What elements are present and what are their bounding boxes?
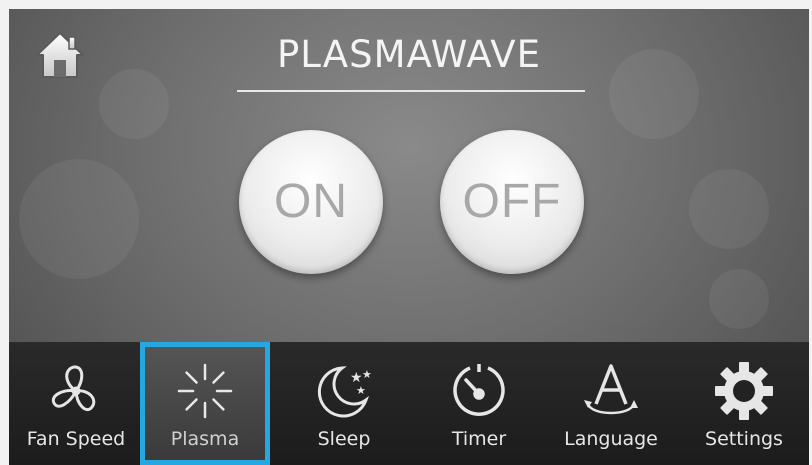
nav-item-sleep[interactable]: ★ ★ ★ Sleep xyxy=(279,342,409,465)
background-bokeh xyxy=(689,169,769,249)
page-title: PLASMAWAVE xyxy=(277,33,541,76)
background-bokeh xyxy=(99,69,169,139)
nav-item-plasma[interactable]: Plasma xyxy=(140,342,270,465)
on-button[interactable]: ON xyxy=(239,130,383,274)
plasma-icon xyxy=(177,363,233,419)
background-bokeh xyxy=(709,269,769,329)
gear-icon xyxy=(715,362,773,420)
nav-label-timer: Timer xyxy=(451,428,507,450)
svg-text:★: ★ xyxy=(356,384,366,397)
title-underline xyxy=(237,90,585,92)
nav-item-fan-speed[interactable]: Fan Speed xyxy=(11,342,141,465)
nav-item-settings[interactable]: Settings xyxy=(679,342,809,465)
fan-icon xyxy=(51,365,96,412)
bottom-nav-bar: Fan Speed Plasma ★ ★ ★ Sleep Timer Langu… xyxy=(9,342,809,465)
moon-stars-icon: ★ ★ ★ xyxy=(317,366,372,418)
nav-label-language: Language xyxy=(564,428,658,450)
nav-label-plasma: Plasma xyxy=(170,428,240,450)
nav-label-fan-speed: Fan Speed xyxy=(26,428,126,450)
nav-label-settings: Settings xyxy=(705,428,783,450)
off-button[interactable]: OFF xyxy=(440,130,584,274)
background-bokeh xyxy=(19,159,139,279)
nav-item-timer[interactable]: Timer xyxy=(414,342,544,465)
nav-label-sleep: Sleep xyxy=(317,428,371,450)
touch-screen: PLASMAWAVE ON OFF Fan Speed Plasma ★ ★ ★… xyxy=(9,9,809,465)
language-icon xyxy=(584,364,638,415)
nav-item-language[interactable]: Language xyxy=(546,342,676,465)
timer-icon xyxy=(453,364,505,416)
svg-text:★: ★ xyxy=(362,368,372,381)
